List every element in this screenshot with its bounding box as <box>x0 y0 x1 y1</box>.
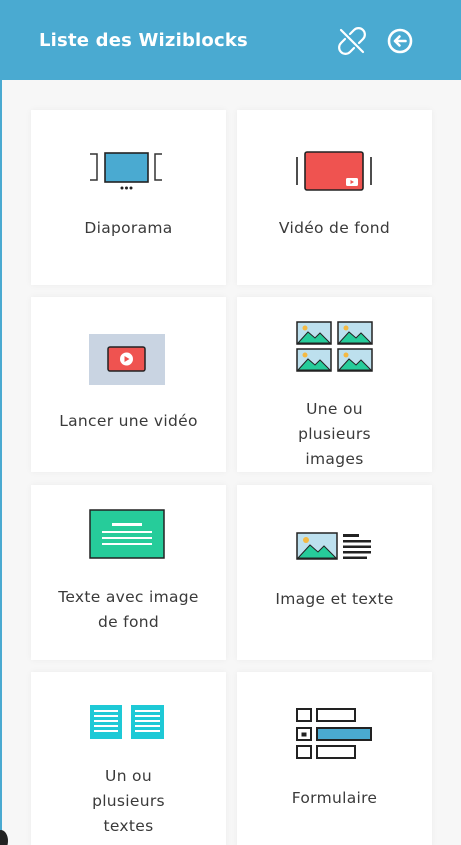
unlink-button[interactable] <box>337 26 367 56</box>
back-button[interactable] <box>385 26 415 56</box>
play-video-icon <box>89 334 165 385</box>
block-label: Texte avec image de fond <box>58 588 199 631</box>
images-grid-icon <box>296 321 373 372</box>
block-label: Une ou plusieurs images <box>298 400 371 468</box>
header: Liste des Wiziblocks <box>0 0 461 80</box>
block-card-images[interactable]: Une ou plusieurs images <box>237 297 432 472</box>
block-label: Vidéo de fond <box>278 219 391 237</box>
block-label: Un ou plusieurs textes <box>92 767 165 835</box>
slideshow-icon <box>90 152 162 190</box>
text-columns-icon <box>90 705 164 739</box>
block-card-diaporama[interactable]: Diaporama <box>31 110 226 285</box>
text-on-image-icon <box>89 509 165 559</box>
block-card-video-fond[interactable]: Vidéo de fond <box>237 110 432 285</box>
block-card-texte-image-fond[interactable]: Texte avec image de fond <box>31 485 226 660</box>
block-card-formulaire[interactable]: Formulaire <box>237 672 432 845</box>
block-label: Diaporama <box>84 219 173 237</box>
image-and-text-icon <box>296 532 371 560</box>
background-video-icon <box>296 151 372 191</box>
block-label: Lancer une vidéo <box>59 412 198 430</box>
block-card-textes[interactable]: Un ou plusieurs textes <box>31 672 226 845</box>
block-label: Image et texte <box>275 590 394 608</box>
block-label: Formulaire <box>291 789 378 807</box>
arrow-left-circle-icon <box>387 28 413 54</box>
unlink-icon <box>338 27 366 55</box>
page-title: Liste des Wiziblocks <box>39 30 248 51</box>
form-icon <box>296 708 372 759</box>
block-card-image-texte[interactable]: Image et texte <box>237 485 432 660</box>
block-card-lancer-video[interactable]: Lancer une vidéo <box>31 297 226 472</box>
